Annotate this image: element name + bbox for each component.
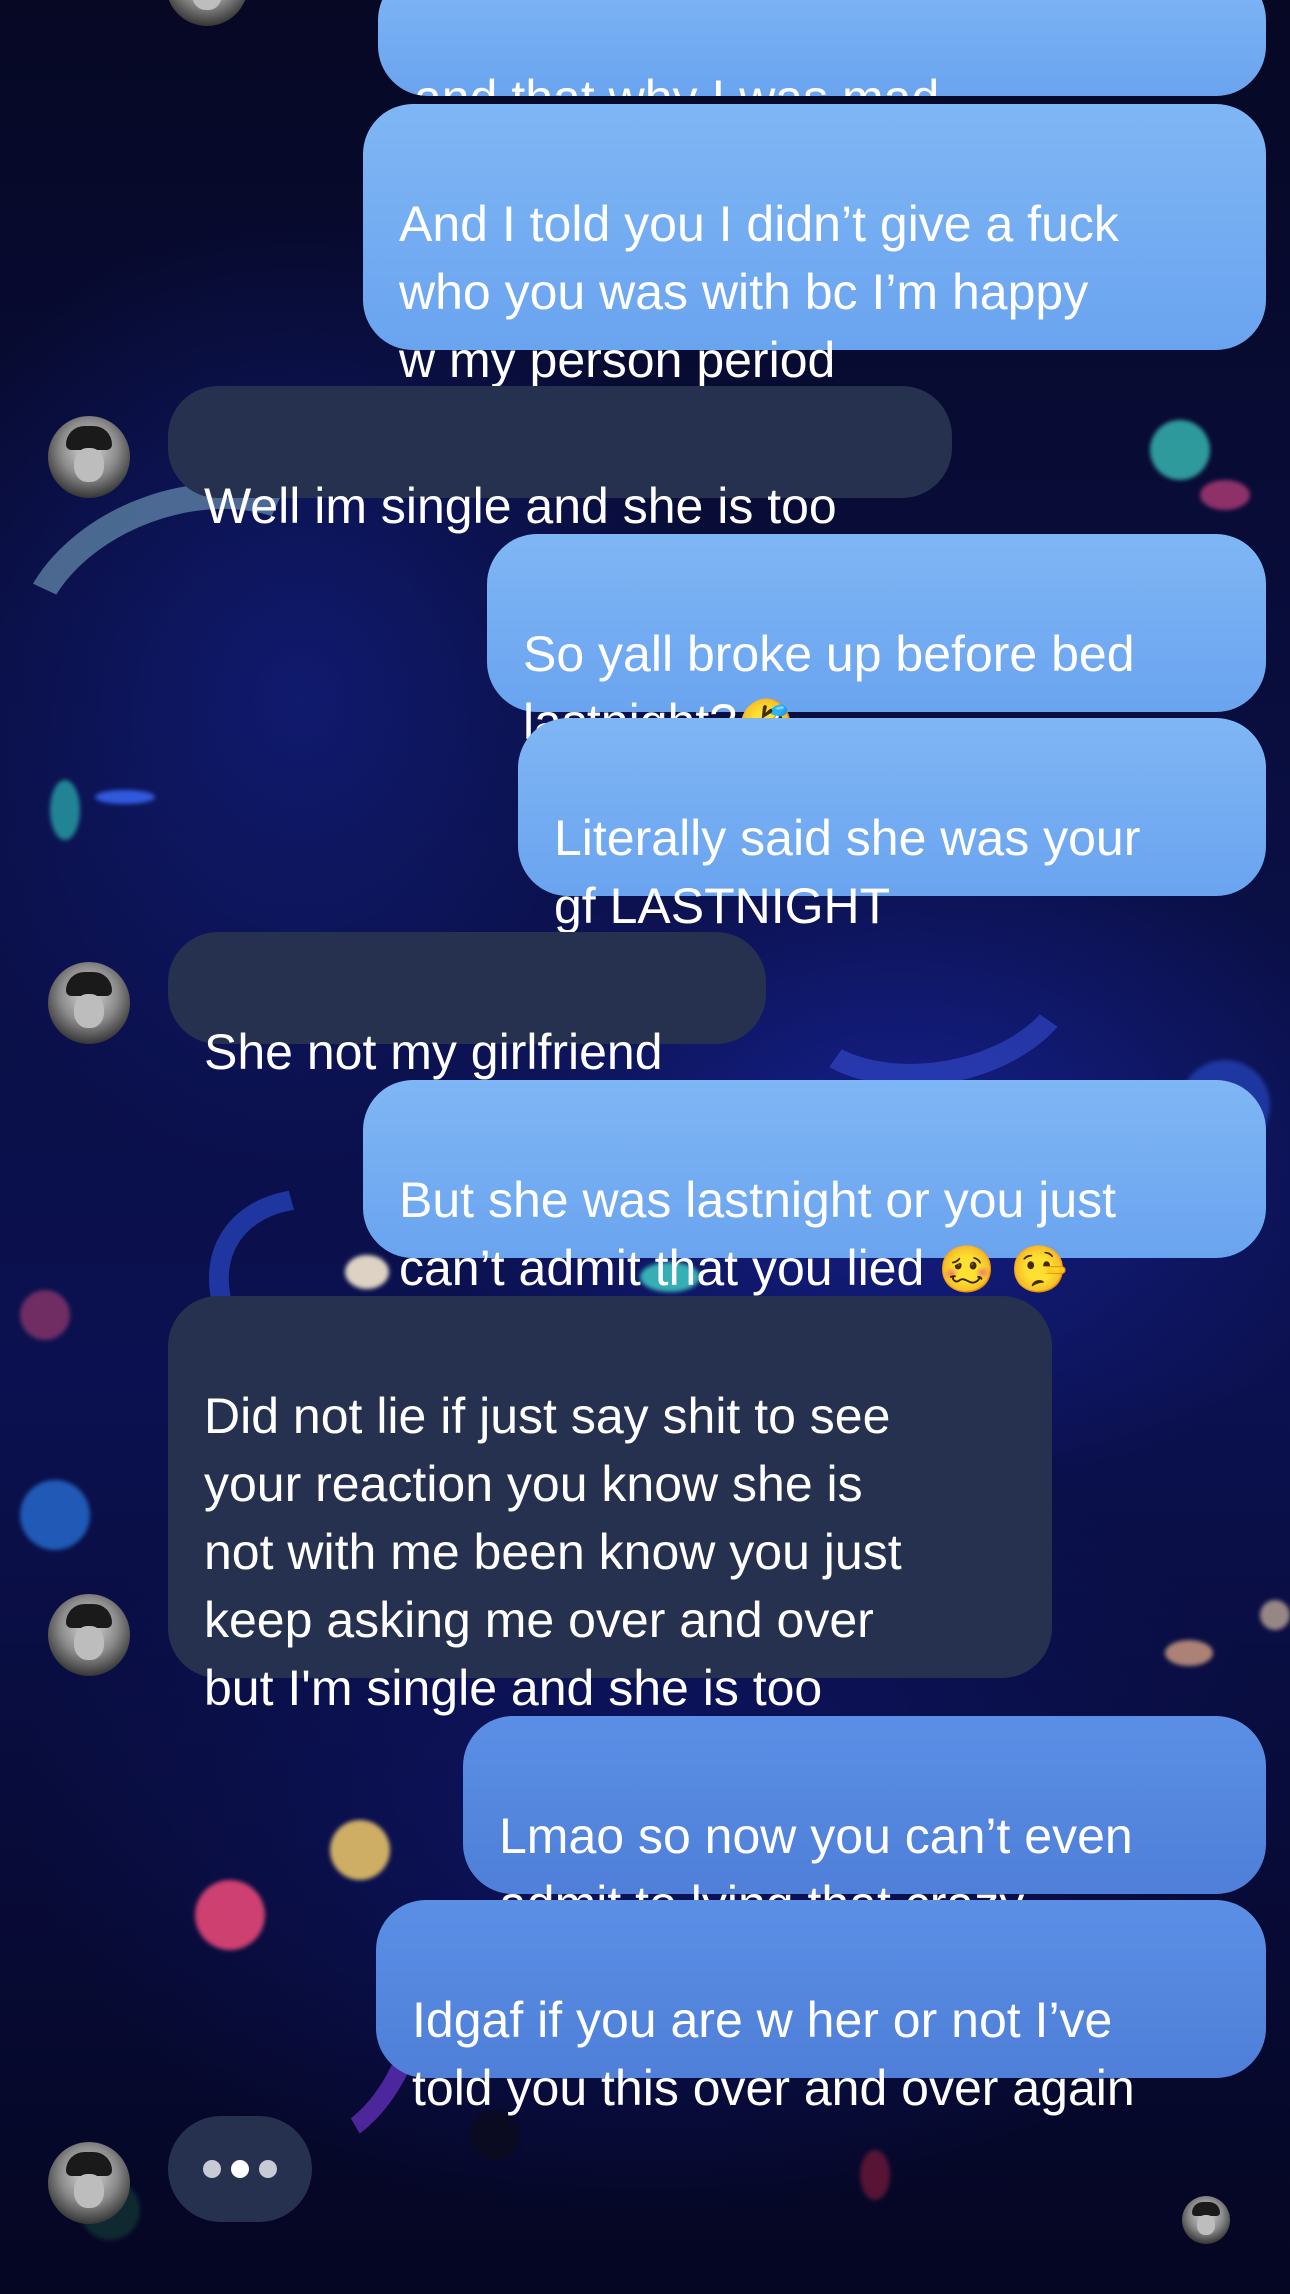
read-receipt-avatar-icon [1182, 2196, 1230, 2244]
typing-dot [203, 2160, 221, 2178]
typing-dot [231, 2160, 249, 2178]
sent-message[interactable]: Lmao so now you can’t even admit to lyin… [463, 1716, 1266, 1932]
received-message[interactable]: Did not lie if just say shit to see your… [168, 1296, 1052, 1716]
woozy-lying-emoji: 🥴 🤥 [938, 1242, 1068, 1296]
message-text: She not my girlfriend [204, 1024, 663, 1080]
sent-message[interactable]: and that why I was mad [378, 0, 1266, 96]
message-text: Well im single and she is too [204, 478, 837, 534]
typing-indicator [168, 2116, 312, 2222]
sent-message[interactable]: Idgaf if you are w her or not I’ve told … [376, 1900, 1266, 2116]
sent-message[interactable]: So yall broke up before bed lastnight?🤣 [487, 534, 1266, 750]
contact-avatar-icon[interactable] [48, 962, 130, 1044]
message-text: and that why I was mad [414, 70, 939, 96]
received-message[interactable]: Well im single and she is too [168, 386, 952, 534]
contact-avatar-icon[interactable] [48, 1594, 130, 1676]
header-avatar-icon[interactable] [166, 0, 248, 26]
contact-avatar-icon[interactable] [48, 416, 130, 498]
typing-dot [259, 2160, 277, 2178]
sent-message[interactable]: And I told you I didn’t give a fuck who … [363, 104, 1266, 388]
received-message[interactable]: She not my girlfriend [168, 932, 766, 1080]
sent-message[interactable]: But she was lastnight or you just can’t … [363, 1080, 1266, 1296]
sent-message[interactable]: Literally said she was your gf LASTNIGHT [518, 718, 1266, 934]
message-text: Idgaf if you are w her or not I’ve told … [412, 1992, 1135, 2116]
message-text: Did not lie if just say shit to see your… [204, 1388, 902, 1716]
contact-avatar-icon[interactable] [48, 2142, 130, 2224]
